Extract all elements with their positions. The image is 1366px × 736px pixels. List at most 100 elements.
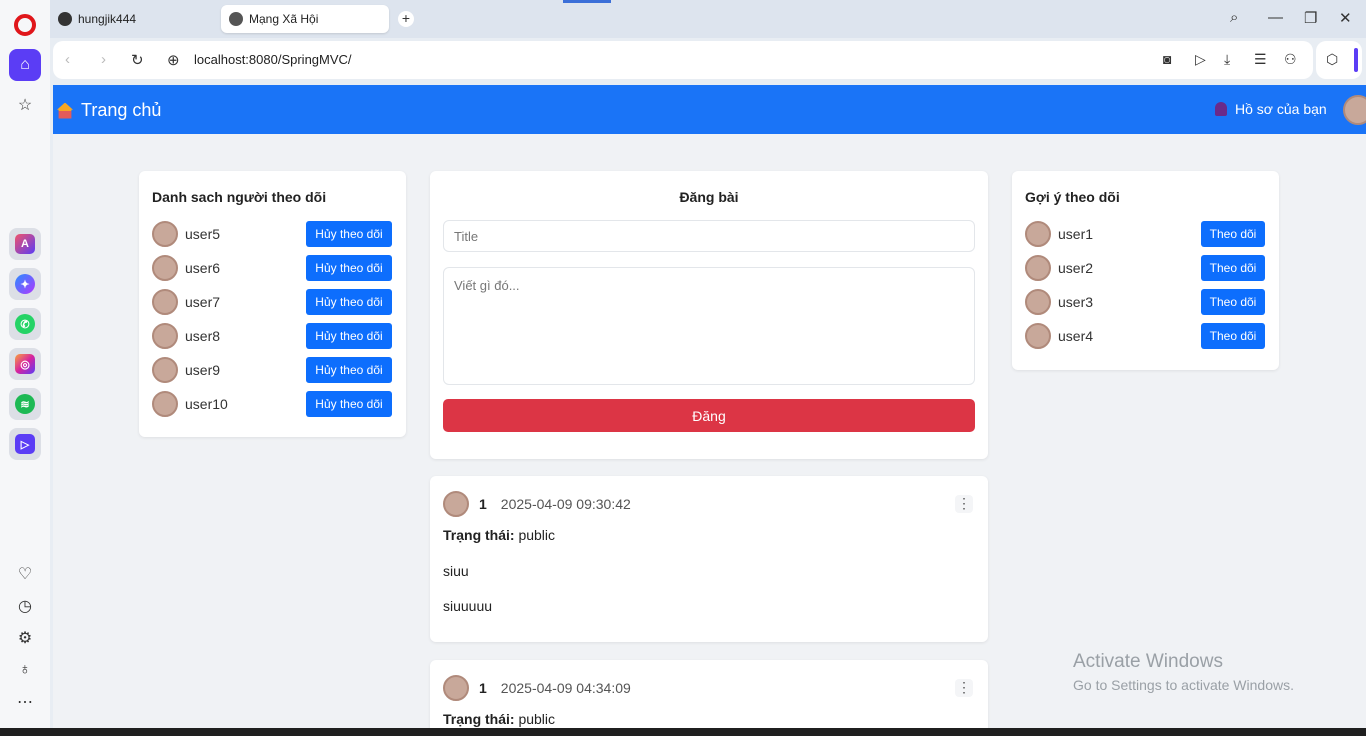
post-title: siuu xyxy=(443,563,469,579)
username: user10 xyxy=(185,396,228,412)
content-textarea[interactable]: Viết gì đó... xyxy=(443,267,975,385)
post-card: 1 2025-04-09 04:34:09 ⋮ Trạng thái: publ… xyxy=(430,660,988,728)
compose-card: Đăng bài Title Viết gì đó... Đăng xyxy=(430,171,988,459)
spotify-icon[interactable]: ≋ xyxy=(9,388,41,420)
post-menu-icon[interactable]: ⋮ xyxy=(955,679,973,697)
post-content: siuuuuu xyxy=(443,598,493,614)
username: user4 xyxy=(1058,328,1094,344)
person-icon xyxy=(1215,102,1227,116)
globe-icon xyxy=(229,12,243,26)
easy-setup-icon[interactable]: ☰ xyxy=(1254,51,1267,68)
download-icon[interactable]: ⤓ xyxy=(1224,51,1230,68)
profile-link[interactable]: Hồ sơ của bạn xyxy=(1215,101,1327,117)
house-icon xyxy=(57,102,73,119)
avatar xyxy=(1025,289,1051,315)
tab-github[interactable]: hungjik444 xyxy=(50,5,210,33)
avatar xyxy=(152,221,178,247)
follow-button[interactable]: Theo dõi xyxy=(1201,289,1265,315)
heart-icon[interactable]: ♡ xyxy=(9,558,41,590)
send-icon[interactable]: ▷ xyxy=(1195,51,1206,68)
tab-label: Mạng Xã Hội xyxy=(249,12,319,26)
suggestions-card: Gợi ý theo dõi user1 Theo dõi user2 Theo… xyxy=(1012,171,1279,370)
post-author[interactable]: 1 xyxy=(479,680,487,696)
post-date: 2025-04-09 04:34:09 xyxy=(500,680,631,696)
account-icon[interactable]: ⚇ xyxy=(1284,51,1297,68)
unfollow-button[interactable]: Hủy theo dõi xyxy=(306,357,392,383)
back-icon[interactable]: ‹ xyxy=(65,51,70,68)
forward-icon[interactable]: › xyxy=(101,51,106,68)
unfollow-button[interactable]: Hủy theo dõi xyxy=(306,221,392,247)
post-status: Trạng thái: public xyxy=(443,711,555,727)
extensions-icon[interactable]: ⬡ xyxy=(1326,51,1338,68)
username: user5 xyxy=(185,226,221,242)
reload-icon[interactable]: ↻ xyxy=(131,51,144,69)
username: user3 xyxy=(1058,294,1094,310)
unfollow-button[interactable]: Hủy theo dõi xyxy=(306,289,392,315)
messenger-icon[interactable]: ✦ xyxy=(9,268,41,300)
avatar xyxy=(1025,221,1051,247)
player-icon[interactable]: ▷ xyxy=(9,428,41,460)
watermark-title: Activate Windows xyxy=(1073,651,1223,672)
os-taskbar xyxy=(0,728,1366,736)
username: user9 xyxy=(185,362,221,378)
post-card: 1 2025-04-09 09:30:42 ⋮ Trạng thái: publ… xyxy=(430,476,988,642)
avatar xyxy=(152,289,178,315)
home-link[interactable]: Trang chủ xyxy=(57,100,161,121)
username: user2 xyxy=(1058,260,1094,276)
status-label: Trạng thái: xyxy=(443,711,515,727)
tips-icon[interactable]: ♁ xyxy=(9,654,41,686)
unfollow-button[interactable]: Hủy theo dõi xyxy=(306,391,392,417)
follow-button[interactable]: Theo dõi xyxy=(1201,323,1265,349)
compose-title: Đăng bài xyxy=(679,189,739,205)
search-icon[interactable]: ⌕ xyxy=(1230,9,1238,26)
url-input[interactable]: localhost:8080/SpringMVC/ xyxy=(194,52,352,67)
tab-indicator xyxy=(563,0,611,3)
instagram-icon[interactable]: ◎ xyxy=(9,348,41,380)
status-label: Trạng thái: xyxy=(443,527,515,543)
history-icon[interactable]: ◷ xyxy=(9,590,41,622)
post-author[interactable]: 1 xyxy=(479,496,487,512)
tab-social[interactable]: Mạng Xã Hội xyxy=(221,5,389,33)
settings-icon[interactable]: ⚙ xyxy=(9,622,41,654)
close-icon[interactable]: ✕ xyxy=(1339,9,1352,27)
avatar xyxy=(152,323,178,349)
avatar xyxy=(443,675,469,701)
sidebar-toggle[interactable] xyxy=(1354,48,1358,72)
avatar xyxy=(152,391,178,417)
browser-sidebar: ⌂ ☆ A ✦ ✆ ◎ ≋ ▷ ♡ ◷ ⚙ ♁ ⋯ xyxy=(0,0,50,728)
avatar xyxy=(152,255,178,281)
star-icon[interactable]: ☆ xyxy=(9,89,41,121)
post-header: 1 2025-04-09 04:34:09 xyxy=(443,674,631,702)
post-button[interactable]: Đăng xyxy=(443,399,975,432)
site-info-icon[interactable]: ⊕ xyxy=(167,51,180,69)
post-date: 2025-04-09 09:30:42 xyxy=(500,496,631,512)
follow-button[interactable]: Theo dõi xyxy=(1201,221,1265,247)
status-value: public xyxy=(518,711,556,727)
post-header: 1 2025-04-09 09:30:42 xyxy=(443,490,631,518)
title-input[interactable]: Title xyxy=(443,220,975,252)
opera-logo-icon[interactable] xyxy=(14,14,36,36)
post-status: Trạng thái: public xyxy=(443,527,555,543)
more-icon[interactable]: ⋯ xyxy=(9,686,41,718)
unfollow-button[interactable]: Hủy theo dõi xyxy=(306,255,392,281)
address-bar: ‹ › ↻ ⊕ localhost:8080/SpringMVC/ ◙ ▷ ⤓ … xyxy=(53,41,1313,79)
camera-icon[interactable]: ◙ xyxy=(1163,51,1171,67)
follow-button[interactable]: Theo dõi xyxy=(1201,255,1265,281)
restore-icon[interactable]: ❐ xyxy=(1304,9,1317,27)
aria-app-icon[interactable]: A xyxy=(9,228,41,260)
followers-title: Danh sach người theo dõi xyxy=(152,189,327,205)
whatsapp-icon[interactable]: ✆ xyxy=(9,308,41,340)
post-menu-icon[interactable]: ⋮ xyxy=(955,495,973,513)
unfollow-button[interactable]: Hủy theo dõi xyxy=(306,323,392,349)
navbar: Trang chủ Hồ sơ của bạn xyxy=(53,85,1366,134)
extensions-area: ⬡ xyxy=(1316,41,1362,79)
tab-label: hungjik444 xyxy=(78,12,137,26)
avatar xyxy=(443,491,469,517)
new-tab-button[interactable]: + xyxy=(398,11,414,27)
minimize-icon[interactable]: — xyxy=(1268,9,1283,26)
home-icon[interactable]: ⌂ xyxy=(9,49,41,81)
page-viewport: Trang chủ Hồ sơ của bạn Danh sach người … xyxy=(53,85,1366,728)
username: user7 xyxy=(185,294,221,310)
followers-card: Danh sach người theo dõi user5 Hủy theo … xyxy=(139,171,406,437)
avatar[interactable] xyxy=(1343,95,1366,125)
